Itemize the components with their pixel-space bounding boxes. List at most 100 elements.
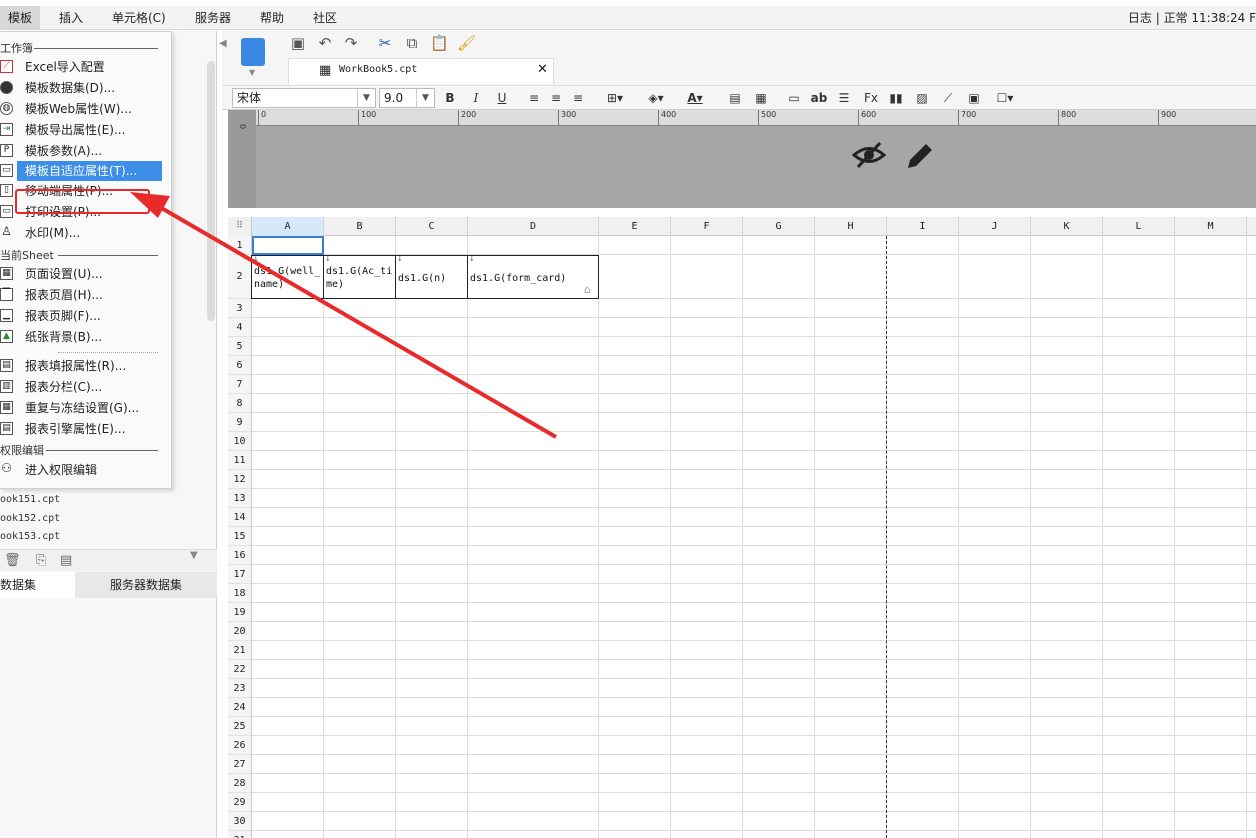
row-header[interactable]: 1 bbox=[228, 236, 252, 255]
row-header[interactable]: 22 bbox=[228, 660, 252, 679]
undo-icon[interactable]: ↶ bbox=[316, 34, 334, 52]
menu-item-paper-background[interactable]: 纸张背景(B)... bbox=[17, 327, 162, 347]
chart-icon[interactable]: ▮▮ bbox=[888, 89, 904, 107]
menu-help[interactable]: 帮助 bbox=[252, 6, 292, 30]
menu-item-web-attr[interactable]: 模板Web属性(W)... bbox=[17, 99, 162, 119]
column-header[interactable]: J bbox=[959, 217, 1031, 236]
font-color-icon[interactable]: A▾ bbox=[680, 89, 710, 107]
column-header[interactable]: I bbox=[887, 217, 959, 236]
row-header[interactable]: 9 bbox=[228, 413, 252, 432]
menu-item-template-dataset[interactable]: 模板数据集(D)... bbox=[17, 78, 162, 98]
preview-icon[interactable]: ⎘ bbox=[36, 553, 46, 568]
column-header[interactable]: B bbox=[324, 217, 396, 236]
row-header[interactable]: 15 bbox=[228, 527, 252, 546]
paste-icon[interactable]: 📋 bbox=[430, 34, 449, 52]
delete-icon[interactable]: 🗑 bbox=[4, 553, 21, 568]
formula-icon[interactable]: Fx bbox=[862, 89, 880, 107]
column-header[interactable]: G bbox=[743, 217, 815, 236]
slash-cell-icon[interactable]: ⟋ bbox=[940, 89, 956, 107]
row-header[interactable]: 30 bbox=[228, 812, 252, 831]
menu-server[interactable]: 服务器 bbox=[187, 6, 239, 30]
menu-item-page-setup[interactable]: 页面设置(U)... bbox=[17, 264, 162, 284]
row-header[interactable]: 17 bbox=[228, 565, 252, 584]
underline-icon[interactable]: U bbox=[494, 89, 510, 107]
format-painter-icon[interactable]: 🖌 bbox=[457, 34, 476, 52]
font-size-select[interactable]: 9.0 ▼ bbox=[379, 88, 435, 108]
column-header[interactable]: E bbox=[599, 217, 671, 236]
row-header[interactable]: 14 bbox=[228, 508, 252, 527]
row-header[interactable]: 26 bbox=[228, 736, 252, 755]
collapse-left-icon[interactable]: ◀ bbox=[219, 38, 227, 49]
column-header[interactable]: L bbox=[1103, 217, 1175, 236]
unmerge-cells-icon[interactable]: ▦ bbox=[753, 89, 769, 107]
column-header[interactable]: K bbox=[1031, 217, 1103, 236]
row-header[interactable]: 13 bbox=[228, 489, 252, 508]
row-header[interactable]: 27 bbox=[228, 755, 252, 774]
tab-template-dataset[interactable]: 数据集 bbox=[0, 572, 75, 598]
menu-item-excel-import[interactable]: Excel导入配置 bbox=[17, 57, 162, 77]
insert-text-icon[interactable]: ab bbox=[810, 89, 828, 107]
redo-icon[interactable]: ↷ bbox=[342, 34, 360, 52]
cell-widget-icon[interactable]: ⌂ bbox=[584, 283, 591, 296]
row-header[interactable]: 16 bbox=[228, 546, 252, 565]
text-field-icon[interactable]: ▭ bbox=[786, 89, 802, 107]
menu-insert[interactable]: 插入 bbox=[51, 6, 91, 30]
row-header[interactable]: 28 bbox=[228, 774, 252, 793]
menu-item-report-columns[interactable]: 报表分栏(C)... bbox=[17, 377, 162, 397]
bold-icon[interactable]: B bbox=[442, 89, 458, 107]
menu-item-export-attr[interactable]: 模板导出属性(E)... bbox=[17, 120, 162, 140]
align-left-icon[interactable]: ≡ bbox=[526, 89, 542, 107]
merge-cells-icon[interactable]: ▤ bbox=[727, 89, 743, 107]
close-icon[interactable]: ✕ bbox=[537, 62, 548, 77]
new-report-dropdown-icon[interactable]: ▼ bbox=[249, 68, 255, 77]
menu-community[interactable]: 社区 bbox=[305, 6, 345, 30]
menu-item-watermark[interactable]: 水印(M)... bbox=[17, 223, 162, 243]
menu-item-report-footer[interactable]: 报表页脚(F)... bbox=[17, 306, 162, 326]
column-header[interactable]: M bbox=[1175, 217, 1247, 236]
column-header[interactable]: F bbox=[671, 217, 743, 236]
cell-b2[interactable]: ds1.G(Ac_time) bbox=[324, 263, 395, 299]
active-cell-a1[interactable] bbox=[252, 236, 324, 255]
tab-server-dataset[interactable]: 服务器数据集 bbox=[75, 572, 217, 598]
rich-text-icon[interactable]: ☰ bbox=[836, 89, 852, 107]
row-header[interactable]: 3 bbox=[228, 299, 252, 318]
align-center-icon[interactable]: ≡ bbox=[548, 89, 564, 107]
edit-pencil-icon[interactable] bbox=[904, 140, 936, 172]
menu-item-template-params[interactable]: 模板参数(A)... bbox=[17, 141, 162, 161]
copy-icon[interactable]: ⧉ bbox=[403, 34, 421, 52]
font-name-select[interactable]: 宋体 ▼ bbox=[232, 88, 376, 108]
cut-icon[interactable]: ✂ bbox=[376, 34, 394, 52]
row-header[interactable]: 2 bbox=[228, 255, 252, 299]
row-header[interactable]: 12 bbox=[228, 470, 252, 489]
cell-c2[interactable]: ds1.G(n) bbox=[396, 270, 467, 290]
save-icon[interactable]: ▣ bbox=[289, 34, 307, 52]
row-header[interactable]: 11 bbox=[228, 451, 252, 470]
row-header[interactable]: 10 bbox=[228, 432, 252, 451]
menu-item-permission-edit[interactable]: 进入权限编辑 bbox=[17, 460, 162, 480]
select-all-corner[interactable]: ⠿ bbox=[228, 217, 252, 236]
row-header[interactable]: 4 bbox=[228, 318, 252, 337]
row-header[interactable]: 19 bbox=[228, 603, 252, 622]
row-header[interactable]: 21 bbox=[228, 641, 252, 660]
align-right-icon[interactable]: ≡ bbox=[570, 89, 586, 107]
spreadsheet-grid[interactable]: ⠿ 1 2 3 4 5 6 7 8 9 10 11 12 13 14 15 16 17 18 19 20 21 22 23 2… bbox=[228, 217, 1256, 838]
new-report-icon[interactable] bbox=[241, 38, 265, 66]
column-header[interactable]: H bbox=[815, 217, 887, 236]
cell-a2[interactable]: ds1.G(well_name) bbox=[252, 263, 323, 299]
row-header[interactable]: 23 bbox=[228, 679, 252, 698]
file-item[interactable]: ook152.cpt bbox=[0, 513, 60, 524]
row-header[interactable]: 8 bbox=[228, 394, 252, 413]
row-header[interactable]: 29 bbox=[228, 793, 252, 812]
menu-item-report-header[interactable]: 报表页眉(H)... bbox=[17, 285, 162, 305]
row-header[interactable]: 20 bbox=[228, 622, 252, 641]
column-header[interactable]: C bbox=[396, 217, 468, 236]
file-item[interactable]: ook151.cpt bbox=[0, 494, 60, 505]
cell-d2[interactable]: ds1.G(form_card) bbox=[468, 270, 598, 290]
image-icon[interactable]: ▨ bbox=[914, 89, 930, 107]
fill-color-icon[interactable]: ◈▾ bbox=[642, 89, 670, 107]
row-header[interactable]: 31 bbox=[228, 831, 252, 838]
row-header[interactable]: 18 bbox=[228, 584, 252, 603]
italic-icon[interactable]: I bbox=[468, 89, 484, 107]
collapse-icon[interactable]: ▼ bbox=[190, 550, 198, 561]
menu-item-repeat-freeze[interactable]: 重复与冻结设置(G)... bbox=[17, 398, 162, 418]
